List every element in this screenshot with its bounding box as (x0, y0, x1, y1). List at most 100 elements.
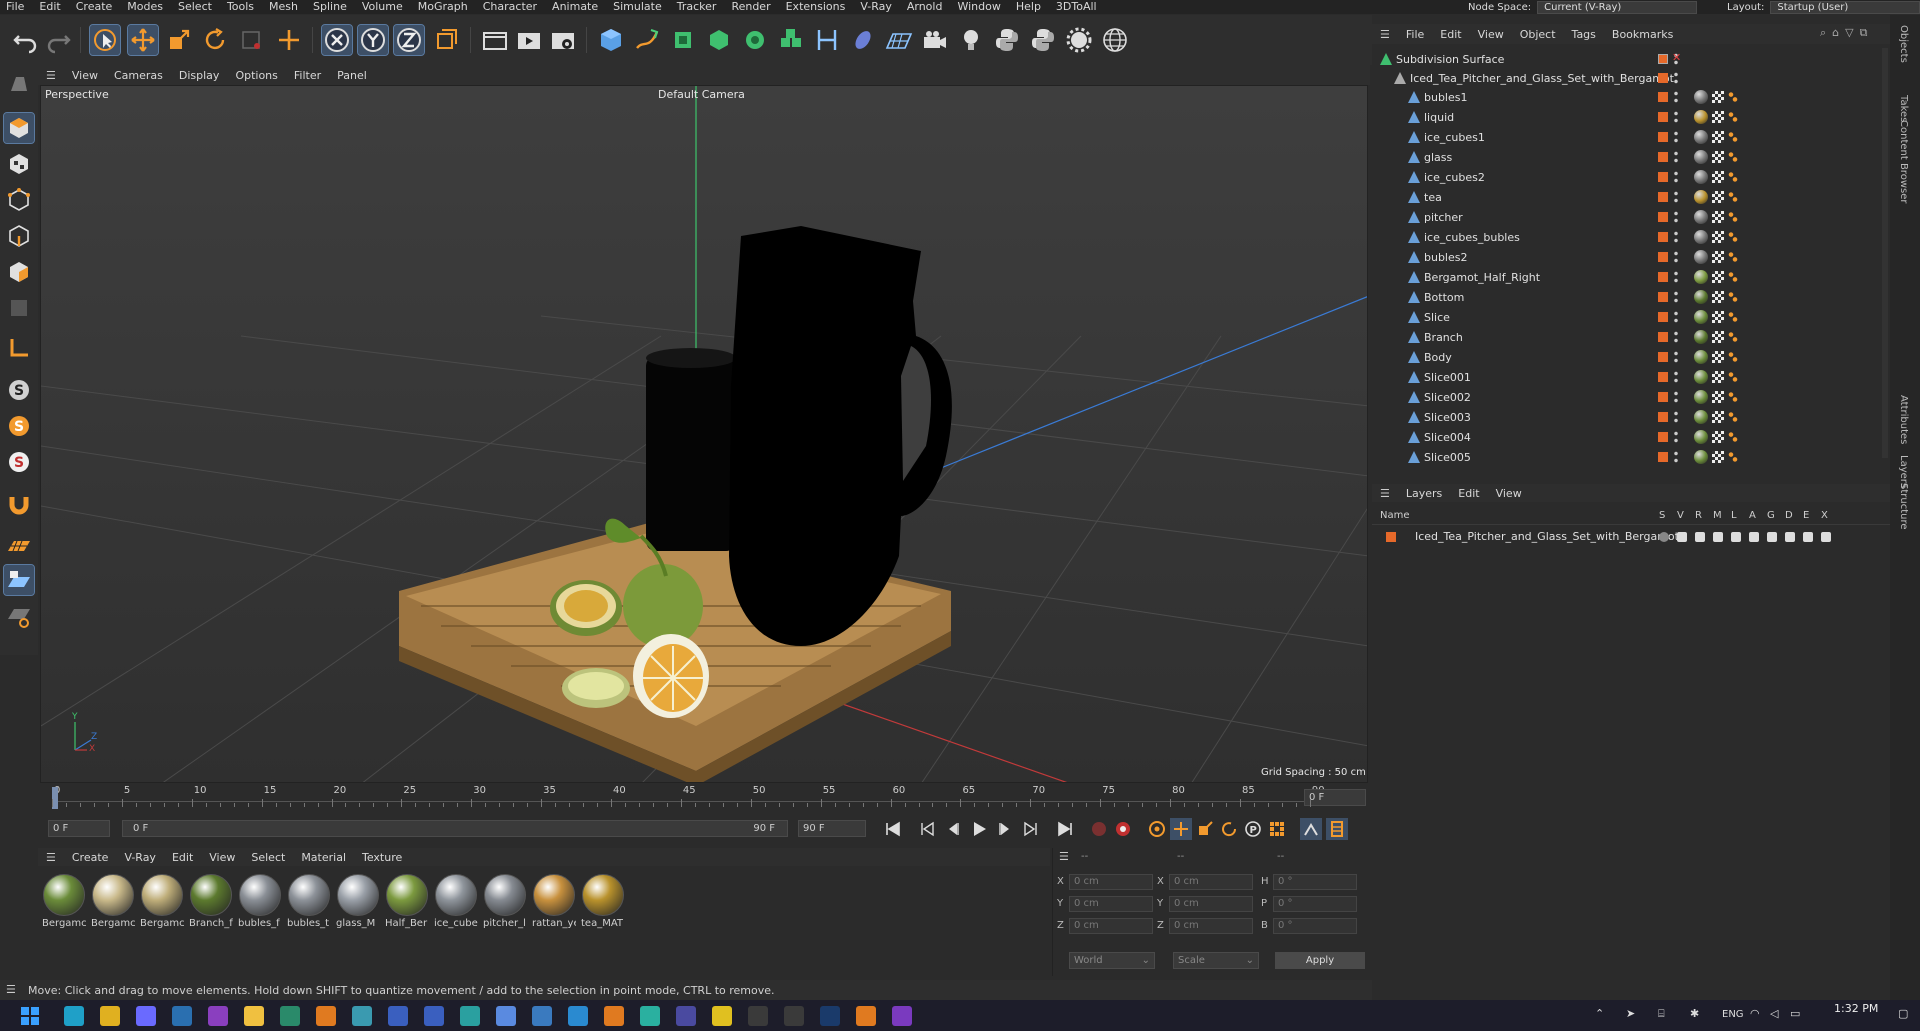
layer-column-r[interactable]: R (1695, 510, 1702, 521)
coord-value-field[interactable]: 0 cm (1169, 918, 1253, 934)
viewport-menu-panel[interactable]: Panel (329, 69, 375, 82)
object-row[interactable]: Slice001 (1372, 368, 1890, 388)
blender-icon[interactable] (316, 1006, 336, 1026)
mograph-icon[interactable] (776, 25, 806, 55)
vtab-content-browser[interactable]: Content Browser (1898, 120, 1909, 203)
material-tag-icon[interactable] (1694, 90, 1708, 104)
object-row[interactable]: Slice003 (1372, 408, 1890, 428)
material-swatch[interactable]: rattan_ye (532, 874, 576, 934)
material-menu-view[interactable]: View (201, 851, 243, 864)
layer-column-d[interactable]: D (1785, 510, 1793, 521)
xref-icon[interactable] (1821, 532, 1831, 542)
record-position-icon[interactable] (1170, 818, 1192, 840)
manager-icon[interactable] (1713, 532, 1723, 542)
menu-create[interactable]: Create (70, 0, 122, 14)
scale-tool-icon[interactable] (164, 25, 194, 55)
filter-icon[interactable]: ▽ (1845, 26, 1853, 42)
visualstudio-icon[interactable] (892, 1006, 912, 1026)
terminal-icon[interactable] (280, 1006, 300, 1026)
chevron-up-icon[interactable]: ⌃ (1595, 1007, 1604, 1020)
object-row[interactable]: pitcher (1372, 208, 1890, 228)
notification-icon[interactable]: ▢ (1898, 1007, 1908, 1020)
checker-tag-icon[interactable] (1712, 331, 1724, 343)
workplane-icon[interactable] (4, 531, 34, 561)
material-menu-icon[interactable]: ☰ (38, 851, 64, 864)
deformer-icon[interactable] (812, 25, 842, 55)
pen-spline-icon[interactable] (632, 25, 662, 55)
axis-mode-icon[interactable] (4, 333, 34, 363)
menu-mesh[interactable]: Mesh (263, 0, 307, 14)
render-settings-icon[interactable] (548, 25, 578, 55)
timeline-ruler[interactable]: 051015202530354045505560657075808590 0 F (38, 783, 1370, 815)
visibility-dots[interactable] (1674, 170, 1678, 184)
viewport-camera-name[interactable]: Default Camera (658, 88, 745, 101)
menu-mograph[interactable]: MoGraph (412, 0, 477, 14)
lock-workplane-icon[interactable] (3, 564, 35, 596)
object-row[interactable]: bubles1 (1372, 88, 1890, 108)
material-swatch[interactable]: pitcher_l (483, 874, 527, 934)
steam-icon[interactable] (172, 1006, 192, 1026)
goto-end-icon[interactable] (1054, 818, 1076, 840)
coord-value-field[interactable]: 0 ° (1273, 918, 1357, 934)
object-row[interactable]: liquid (1372, 108, 1890, 128)
telegram-tray-icon[interactable]: ➤ (1626, 1007, 1635, 1020)
undo-icon[interactable] (10, 25, 40, 55)
layer-color-tag[interactable] (1658, 212, 1668, 222)
material-tag-icon[interactable] (1694, 390, 1708, 404)
record-rotation-icon[interactable] (1218, 818, 1240, 840)
material-swatch[interactable]: bubles_t (287, 874, 331, 934)
visibility-dots[interactable] (1674, 110, 1678, 124)
edit-check-icon[interactable] (1658, 54, 1668, 64)
checker-tag-icon[interactable] (1712, 371, 1724, 383)
menu-edit[interactable]: Edit (33, 0, 69, 14)
timeline-window-icon[interactable] (1326, 818, 1348, 840)
object-name[interactable]: Slice (1424, 311, 1450, 324)
viewport-menu-view[interactable]: View (64, 69, 106, 82)
layer-menu-icon[interactable]: ☰ (1372, 487, 1398, 500)
checker-tag-icon[interactable] (1712, 111, 1724, 123)
menu-modes[interactable]: Modes (121, 0, 172, 14)
object-name[interactable]: ice_cubes1 (1424, 131, 1485, 144)
menu-volume[interactable]: Volume (356, 0, 412, 14)
model-mode-icon[interactable] (3, 112, 35, 144)
layer-color-tag[interactable] (1658, 192, 1668, 202)
blender-alt-icon[interactable] (604, 1006, 624, 1026)
vray-tag-icon[interactable] (1728, 291, 1738, 303)
object-row[interactable]: ice_cubes_bubles (1372, 228, 1890, 248)
viewport-menu-cameras[interactable]: Cameras (106, 69, 171, 82)
material-tag-icon[interactable] (1694, 450, 1708, 464)
vray-tag-icon[interactable] (1728, 251, 1738, 263)
menu-3dtoall[interactable]: 3DToAll (1050, 0, 1106, 14)
object-row[interactable]: ice_cubes1 (1372, 128, 1890, 148)
vray-tag-icon[interactable] (1728, 451, 1738, 463)
coordinate-system-select[interactable]: World ⌄ (1069, 952, 1155, 969)
visibility-dots[interactable] (1674, 410, 1678, 424)
app-3b-icon[interactable] (568, 1006, 588, 1026)
search-icon[interactable]: ⌕ (1820, 26, 1826, 42)
layer-color-tag[interactable] (1658, 252, 1668, 262)
c4d-active-icon[interactable] (676, 1006, 696, 1026)
coord-value-field[interactable]: 0 cm (1069, 896, 1153, 912)
layer-column-s[interactable]: S (1659, 510, 1665, 521)
app-alt-icon[interactable] (460, 1006, 480, 1026)
menu-simulate[interactable]: Simulate (607, 0, 671, 14)
files-icon[interactable] (496, 1006, 516, 1026)
object-name[interactable]: ice_cubes2 (1424, 171, 1485, 184)
visibility-dots[interactable] (1674, 290, 1678, 304)
ds-icon[interactable] (784, 1006, 804, 1026)
menu-tools[interactable]: Tools (221, 0, 263, 14)
chrome-icon[interactable] (100, 1006, 120, 1026)
vray-tag-icon[interactable] (1728, 331, 1738, 343)
menu-extensions[interactable]: Extensions (780, 0, 855, 14)
cinema4d-alt-icon[interactable] (424, 1006, 444, 1026)
checker-tag-icon[interactable] (1712, 391, 1724, 403)
layer-menu-edit[interactable]: Edit (1450, 487, 1487, 500)
material-tag-icon[interactable] (1694, 210, 1708, 224)
vray-tag-icon[interactable] (1728, 391, 1738, 403)
new-window-icon[interactable]: ⧉ (1860, 26, 1868, 42)
solo-dot-icon[interactable] (1659, 532, 1669, 542)
checker-tag-icon[interactable] (1712, 411, 1724, 423)
polygons-mode-icon[interactable] (4, 257, 34, 287)
vray-tag-icon[interactable] (1728, 271, 1738, 283)
vtab-takes[interactable]: Takes (1898, 95, 1909, 122)
